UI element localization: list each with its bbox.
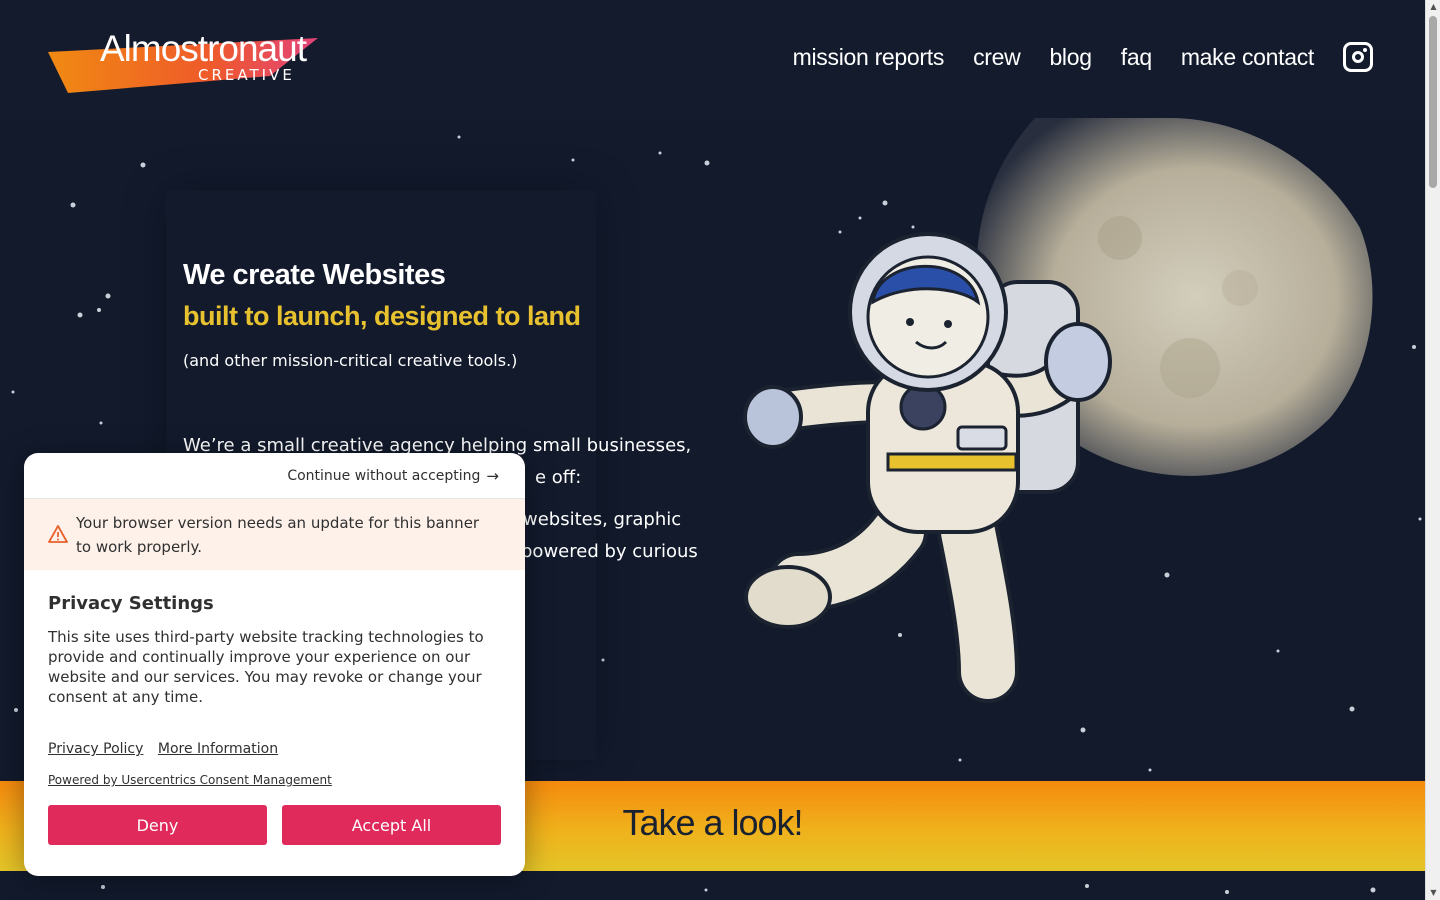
scrollbar[interactable]: ▲ ▼ — [1425, 0, 1440, 900]
consent-title: Privacy Settings — [48, 593, 214, 614]
accept-all-button[interactable]: Accept All — [282, 805, 501, 845]
privacy-policy-link[interactable]: Privacy Policy — [48, 741, 143, 757]
astronaut-illustration — [743, 232, 1112, 703]
scroll-thumb[interactable] — [1429, 16, 1437, 188]
logo[interactable]: Almostronaut CREATIVE — [48, 28, 328, 98]
nav-mission-reports[interactable]: mission reports — [793, 44, 945, 71]
hero-tagline: (and other mission-critical creative too… — [183, 351, 518, 370]
browser-warning: Your browser version needs an update for… — [24, 499, 525, 570]
more-information-link[interactable]: More Information — [158, 741, 278, 757]
warning-text: Your browser version needs an update for… — [76, 514, 480, 556]
hero-title: We create Websites — [183, 259, 446, 291]
arrow-right-icon: → — [486, 467, 499, 485]
scroll-up-icon[interactable]: ▲ — [1426, 0, 1440, 14]
site-header: Almostronaut CREATIVE mission reports cr… — [0, 0, 1425, 120]
hero-subtitle: built to launch, designed to land — [183, 301, 581, 331]
instagram-icon[interactable] — [1343, 42, 1373, 72]
logo-wordmark: Almostronaut — [100, 28, 307, 69]
nav-blog[interactable]: blog — [1049, 44, 1092, 71]
continue-label: Continue without accepting — [287, 468, 481, 484]
scroll-down-icon[interactable]: ▼ — [1426, 886, 1440, 900]
main-nav: mission reports crew blog faq make conta… — [764, 42, 1373, 72]
logo-subtitle: CREATIVE — [198, 66, 295, 84]
consent-dialog: Continue without accepting → Your browse… — [24, 453, 525, 876]
powered-by-link[interactable]: Powered by Usercentrics Consent Manageme… — [48, 773, 332, 787]
hero-services-line-a: websites, graphic — [523, 509, 682, 530]
nav-crew[interactable]: crew — [973, 44, 1021, 71]
hero-services-line-b: powered by curious — [521, 541, 698, 562]
warning-icon — [48, 525, 68, 543]
consent-top-bar: Continue without accepting → — [24, 453, 525, 499]
continue-without-accepting-link[interactable]: Continue without accepting → — [287, 467, 499, 485]
hero-intro-tail: e off: — [535, 467, 582, 488]
nav-make-contact[interactable]: make contact — [1181, 44, 1314, 71]
consent-body: This site uses third-party website track… — [48, 628, 484, 706]
deny-button[interactable]: Deny — [48, 805, 267, 845]
consent-links: Privacy Policy More Information — [48, 741, 288, 757]
nav-faq[interactable]: faq — [1121, 44, 1152, 71]
